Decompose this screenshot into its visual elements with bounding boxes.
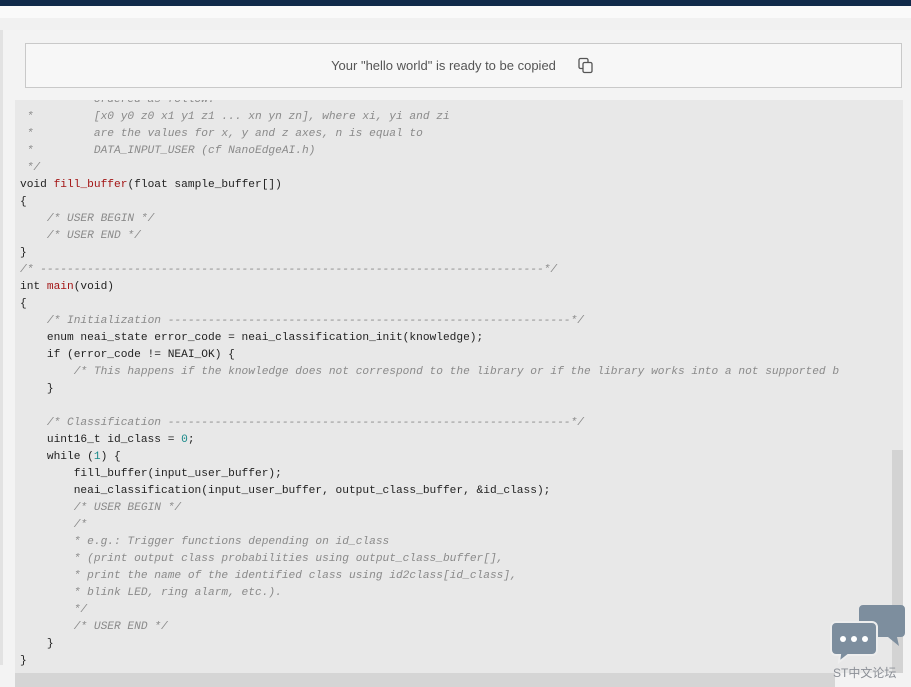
code-line: {	[20, 296, 839, 313]
code-line: void fill_buffer(float sample_buffer[])	[20, 177, 839, 194]
code-token: neai_classification(input_user_buffer, o…	[20, 485, 551, 497]
code-token: /* -------------------------------------…	[20, 264, 558, 276]
code-line: * (print output class probabilities usin…	[20, 551, 839, 568]
panel-left-border	[0, 30, 3, 665]
code-token: /* USER BEGIN */	[46, 213, 155, 225]
code-line: }	[20, 653, 839, 670]
chat-widget[interactable]: ST中文论坛	[830, 602, 906, 682]
code-token: * e.g.: Trigger functions depending on i…	[73, 536, 390, 548]
code-token: * ordered as follow:	[20, 100, 215, 106]
code-token: (void)	[73, 281, 115, 293]
code-line: }	[20, 381, 839, 398]
code-token: /* USER END */	[46, 230, 141, 242]
code-token: * (print output class probabilities usin…	[73, 553, 504, 565]
code-token: * [x0 y0 z0 x1 y1 z1 ... xn yn zn], wher…	[20, 111, 450, 123]
copy-banner: Your "hello world" is ready to be copied	[25, 43, 902, 88]
chat-bubbles-icon	[830, 605, 905, 665]
code-token: 1	[93, 451, 101, 463]
code-token: uint16_t id_class =	[20, 434, 182, 446]
code-line: enum neai_state error_code = neai_classi…	[20, 330, 839, 347]
code-line: * ordered as follow:	[20, 100, 839, 109]
code-token: if (error_code != NEAI_OK) {	[20, 349, 235, 361]
code-line: /* This happens if the knowledge does no…	[20, 364, 839, 381]
code-token: }	[20, 638, 54, 650]
code-line: /* Classification ----------------------…	[20, 415, 839, 432]
code-line: /*	[20, 517, 839, 534]
code-token: fill_buffer(input_user_buffer);	[20, 468, 282, 480]
code-line: }	[20, 636, 839, 653]
code-token: /* This happens if the knowledge does no…	[73, 366, 840, 378]
code-line: * blink LED, ring alarm, etc.).	[20, 585, 839, 602]
code-token: ;	[187, 434, 195, 446]
code-token: while (	[20, 451, 94, 463]
chat-widget-label: ST中文论坛	[833, 666, 897, 680]
code-token: /* USER BEGIN */	[73, 502, 182, 514]
code-line: fill_buffer(input_user_buffer);	[20, 466, 839, 483]
code-line: }	[20, 245, 839, 262]
code-token: enum neai_state error_code = neai_classi…	[20, 332, 484, 344]
code-token: /*	[73, 519, 88, 531]
code-token: * print the name of the identified class…	[73, 570, 517, 582]
horizontal-scrollbar[interactable]	[15, 673, 835, 687]
code-line: * are the values for x, y and z axes, n …	[20, 126, 839, 143]
code-token: fill_buffer	[53, 179, 128, 191]
code-token: */	[20, 162, 41, 174]
code-line: */	[20, 602, 839, 619]
code-line: while (1) {	[20, 449, 839, 466]
code-token: * blink LED, ring alarm, etc.).	[73, 587, 282, 599]
code-line: */	[20, 160, 839, 177]
code-line: uint16_t id_class = 0;	[20, 432, 839, 449]
code-token: main	[46, 281, 74, 293]
code-line: /* USER BEGIN */	[20, 500, 839, 517]
code-token: ) {	[100, 451, 121, 463]
code-token: /* Classification ----------------------…	[46, 417, 584, 429]
code-line: /* Initialization ----------------------…	[20, 313, 839, 330]
code-token: /* USER END */	[73, 621, 168, 633]
code-token: 0	[181, 434, 188, 446]
code-token: * DATA_INPUT_USER (cf NanoEdgeAI.h)	[20, 145, 316, 157]
code-token: {	[20, 196, 27, 208]
code-token: void	[20, 179, 54, 191]
top-strip	[0, 6, 911, 18]
code-line: {	[20, 194, 839, 211]
code-line: neai_classification(input_user_buffer, o…	[20, 483, 839, 500]
code-token: int	[20, 281, 47, 293]
code-token: }	[20, 655, 27, 667]
code-token: (float sample_buffer[])	[127, 179, 282, 191]
code-line: * e.g.: Trigger functions depending on i…	[20, 534, 839, 551]
code-line: * print the name of the identified class…	[20, 568, 839, 585]
code-content: * ordered as follow: * [x0 y0 z0 x1 y1 z…	[20, 100, 839, 670]
code-line: /* USER END */	[20, 228, 839, 245]
code-token: */	[73, 604, 88, 616]
copy-icon[interactable]	[576, 56, 596, 76]
code-line: /* -------------------------------------…	[20, 262, 839, 279]
code-token: /* Initialization ----------------------…	[46, 315, 584, 327]
code-block[interactable]: * ordered as follow: * [x0 y0 z0 x1 y1 z…	[15, 100, 903, 673]
code-token: {	[20, 298, 27, 310]
code-line: * DATA_INPUT_USER (cf NanoEdgeAI.h)	[20, 143, 839, 160]
code-token: * are the values for x, y and z axes, n …	[20, 128, 423, 140]
code-line: int main(void)	[20, 279, 839, 296]
code-line: * [x0 y0 z0 x1 y1 z1 ... xn yn zn], wher…	[20, 109, 839, 126]
code-line: /* USER END */	[20, 619, 839, 636]
code-line: if (error_code != NEAI_OK) {	[20, 347, 839, 364]
copy-banner-message: Your "hello world" is ready to be copied	[331, 58, 556, 73]
code-token: }	[20, 383, 54, 395]
code-token: }	[20, 247, 27, 259]
code-line: /* USER BEGIN */	[20, 211, 839, 228]
